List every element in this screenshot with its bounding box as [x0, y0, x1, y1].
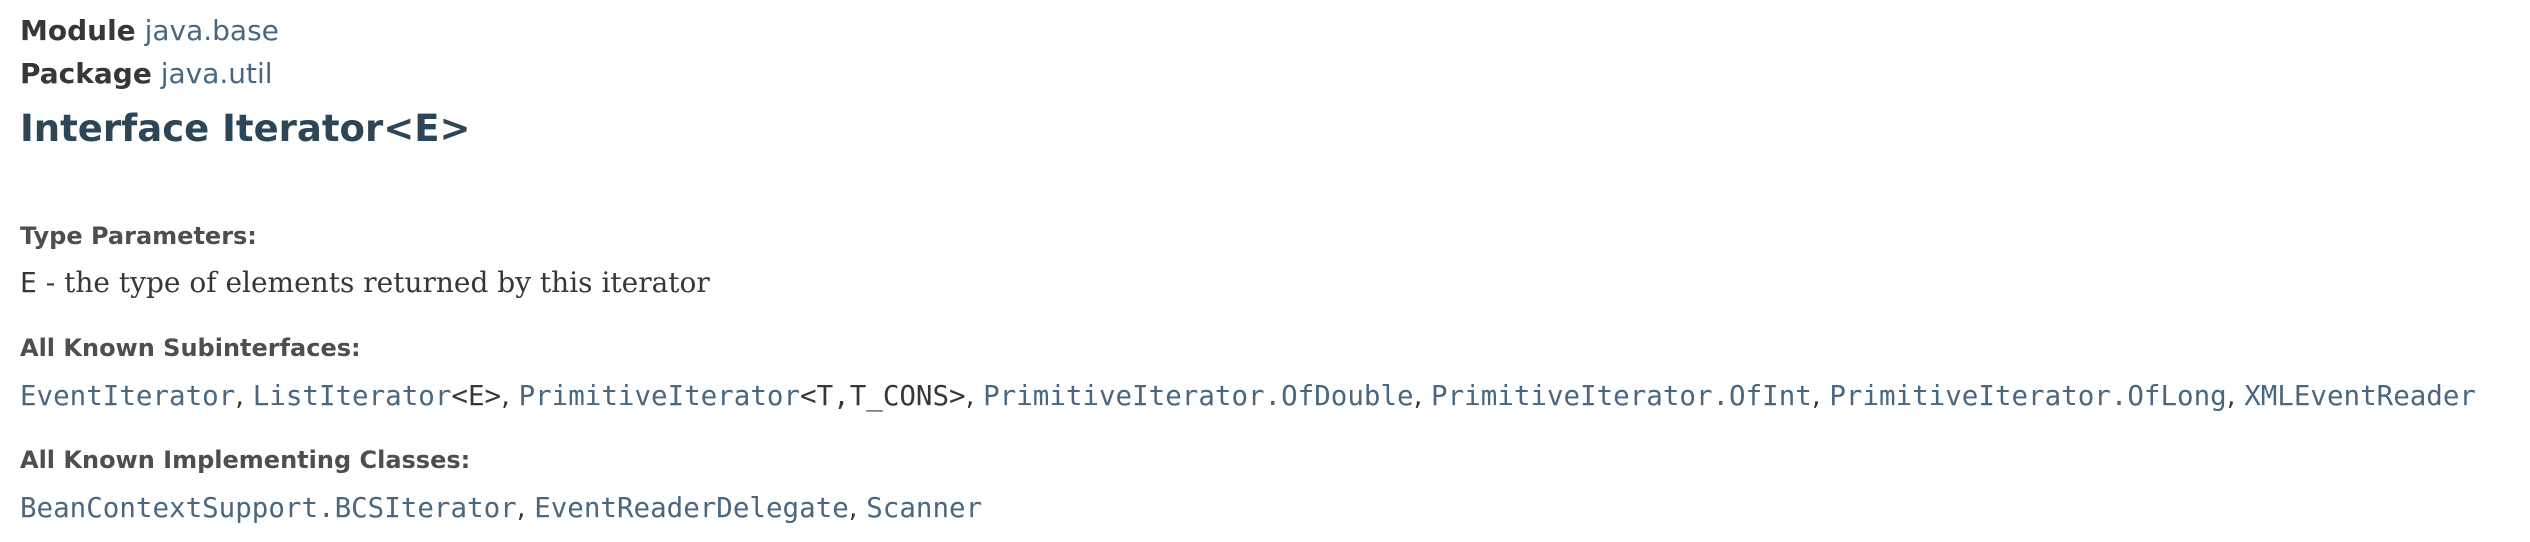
- list-separator: ,: [965, 380, 984, 412]
- list-separator: ,: [1413, 380, 1432, 412]
- type-parameter-name: E: [20, 266, 37, 299]
- subinterface-link[interactable]: ListIterator: [253, 380, 452, 412]
- subinterface-link[interactable]: PrimitiveIterator.OfLong: [1829, 380, 2226, 412]
- implementing-class-link[interactable]: Scanner: [866, 492, 982, 524]
- implementing-classes-heading: All Known Implementing Classes:: [20, 446, 471, 474]
- subinterface-link[interactable]: PrimitiveIterator: [519, 380, 800, 412]
- subinterface-link[interactable]: PrimitiveIterator.OfDouble: [983, 380, 1413, 412]
- type-parameter-description: - the type of elements returned by this …: [36, 266, 710, 299]
- type-parameters-heading: Type Parameters:: [20, 222, 257, 250]
- subinterface-link[interactable]: XMLEventReader: [2244, 380, 2476, 412]
- list-separator: ,: [516, 492, 535, 524]
- implementing-classes-list: BeanContextSupport.BCSIterator, EventRea…: [20, 492, 982, 524]
- package-label: Package: [20, 57, 152, 90]
- type-argument: <T,T_CONS>: [800, 380, 966, 412]
- type-argument: <E>: [451, 380, 502, 412]
- module-label: Module: [20, 14, 136, 47]
- subinterface-link[interactable]: EventIterator: [20, 380, 235, 412]
- subinterfaces-heading: All Known Subinterfaces:: [20, 334, 361, 362]
- list-separator: ,: [2226, 380, 2245, 412]
- package-line: Package java.util: [20, 57, 273, 90]
- subinterface-link[interactable]: PrimitiveIterator.OfInt: [1431, 380, 1812, 412]
- implementing-class-link[interactable]: BeanContextSupport.BCSIterator: [20, 492, 517, 524]
- implementing-class-link[interactable]: EventReaderDelegate: [534, 492, 849, 524]
- subinterfaces-list: EventIterator, ListIterator<E>, Primitiv…: [20, 380, 2476, 412]
- list-separator: ,: [848, 492, 867, 524]
- module-link[interactable]: java.base: [145, 14, 279, 47]
- page-title: Interface Iterator<E>: [20, 107, 471, 150]
- module-line: Module java.base: [20, 14, 279, 47]
- package-link[interactable]: java.util: [161, 57, 273, 90]
- list-separator: ,: [235, 380, 253, 412]
- list-separator: ,: [501, 380, 519, 412]
- list-separator: ,: [1811, 380, 1830, 412]
- type-parameter-entry: E - the type of elements returned by thi…: [20, 266, 710, 299]
